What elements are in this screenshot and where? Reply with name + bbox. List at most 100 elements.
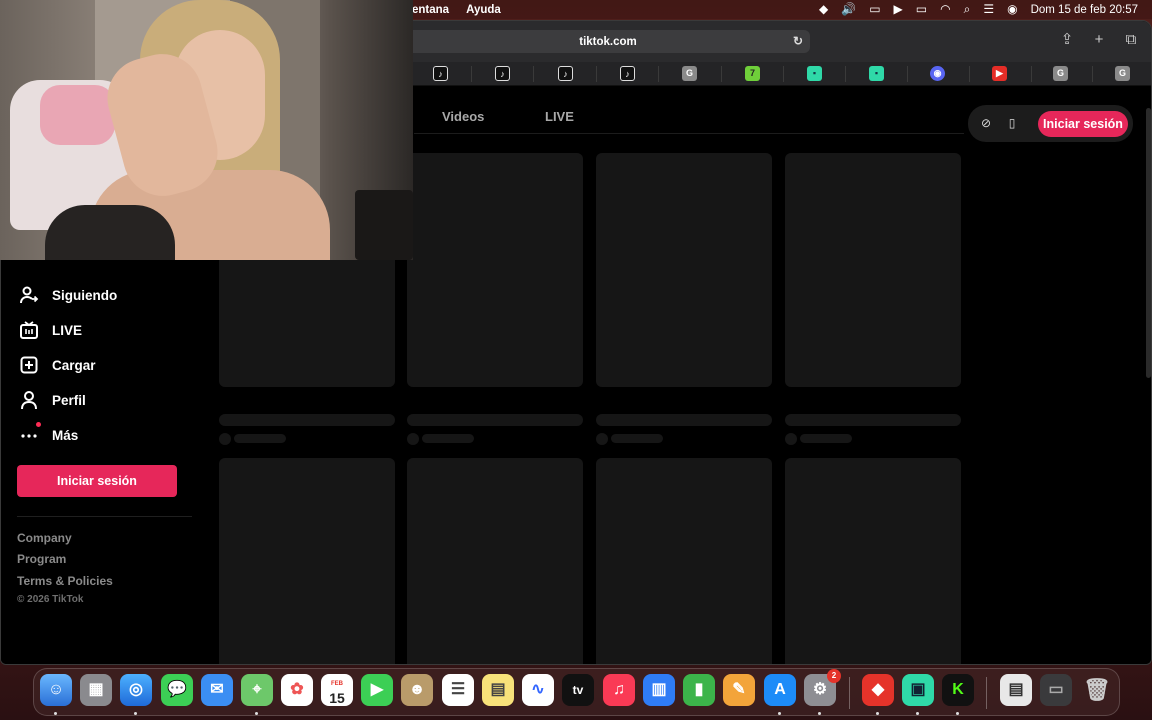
running-indicator xyxy=(916,712,919,715)
app-store-icon[interactable]: A xyxy=(764,674,796,706)
url-text: tiktok.com xyxy=(579,35,637,48)
sidebar-item-upload[interactable]: Cargar xyxy=(18,353,96,377)
green-app-favorite-icon[interactable]: ▪ xyxy=(869,66,884,81)
sidebar-item-live[interactable]: LIVE xyxy=(18,318,82,342)
more-dots-icon xyxy=(18,422,41,446)
anydesk-icon[interactable]: ◆ xyxy=(862,674,894,706)
discord-favorite-icon[interactable]: ◉ xyxy=(930,66,945,81)
seven-favorite-icon[interactable]: 7 xyxy=(745,66,760,81)
tiktok-favorite-icon[interactable]: ♪ xyxy=(558,66,573,81)
page-scrollbar[interactable] xyxy=(1146,108,1151,378)
menu-help[interactable]: Ayuda xyxy=(466,4,501,16)
search-icon[interactable]: ⌕ xyxy=(964,0,971,19)
tiktok-favorite-icon[interactable]: ♪ xyxy=(433,66,448,81)
menu-clock[interactable]: Dom 15 de feb 20:57 xyxy=(1031,4,1138,16)
finder-icon[interactable]: ☺ xyxy=(40,674,72,706)
generic-favorite-icon[interactable]: G xyxy=(1053,66,1068,81)
favorites-divider xyxy=(845,66,846,82)
siri-icon[interactable]: ◉ xyxy=(1007,0,1017,19)
favorites-divider xyxy=(471,66,472,82)
tiktok-favorite-icon[interactable]: ♪ xyxy=(620,66,635,81)
webcam-chair-accent xyxy=(40,85,115,145)
tabs-divider xyxy=(414,133,964,134)
sidebar-item-more[interactable]: Más xyxy=(18,422,78,447)
author-skeleton xyxy=(234,434,286,443)
window-stack-icon[interactable]: ▭ xyxy=(1040,674,1072,706)
calendar-day: 15 xyxy=(329,690,345,706)
battery-icon[interactable]: ▭ xyxy=(916,0,927,19)
avatar-skeleton xyxy=(596,433,608,445)
notes-icon[interactable]: ▤ xyxy=(482,674,514,706)
login-button-sidebar[interactable]: Iniciar sesión xyxy=(17,465,177,497)
mail-icon[interactable]: ✉ xyxy=(201,674,233,706)
webcam-overlay[interactable] xyxy=(0,0,413,260)
running-indicator xyxy=(778,712,781,715)
generic-favorite-icon[interactable]: G xyxy=(682,66,697,81)
sidebar-item-following[interactable]: Siguiendo xyxy=(18,283,117,307)
volume-icon[interactable]: 🔊 xyxy=(841,0,856,19)
pages-icon[interactable]: ✎ xyxy=(723,674,755,706)
apple-tv-icon[interactable]: tv xyxy=(562,674,594,706)
sidebar-item-label: Cargar xyxy=(52,357,96,373)
footer-link-company[interactable]: Company xyxy=(17,531,72,545)
author-skeleton xyxy=(611,434,663,443)
youtube-favorite-icon[interactable]: ▶ xyxy=(992,66,1007,81)
webcam-dark-clothing xyxy=(45,205,175,260)
tab-videos[interactable]: Videos xyxy=(442,109,484,124)
maps-icon[interactable]: ⌖ xyxy=(241,674,273,706)
system-settings-icon[interactable]: ⚙ 2 xyxy=(804,669,841,706)
notification-badge: 2 xyxy=(827,669,841,683)
sidebar-item-profile[interactable]: Perfil xyxy=(18,388,86,412)
control-center-icon[interactable]: ☰ xyxy=(983,0,994,19)
numbers-icon[interactable]: ▮ xyxy=(683,674,715,706)
address-bar[interactable]: tiktok.com ↻ xyxy=(406,30,810,53)
reload-icon[interactable]: ↻ xyxy=(790,33,806,49)
window-icon[interactable]: ▭ xyxy=(869,0,880,19)
caption-skeleton xyxy=(785,414,961,426)
tab-overview-icon[interactable]: ⧉ xyxy=(1123,32,1139,48)
footer-link-terms[interactable]: Terms & Policies xyxy=(17,574,113,588)
calendar-icon[interactable]: FEB 15 xyxy=(321,674,353,706)
safari-icon[interactable]: ◎ xyxy=(120,674,152,706)
messages-icon[interactable]: 💬 xyxy=(161,674,193,706)
play-icon[interactable]: ▶ xyxy=(894,0,903,19)
music-icon[interactable]: ♫ xyxy=(603,674,635,706)
tab-live[interactable]: LIVE xyxy=(545,109,574,124)
video-card-skeleton xyxy=(785,153,961,387)
trash-icon[interactable]: 🗑 xyxy=(1081,674,1113,706)
launchpad-icon[interactable]: ▦ xyxy=(80,674,112,706)
menu-window[interactable]: entana xyxy=(412,4,449,16)
new-tab-icon[interactable]: + xyxy=(1091,32,1107,48)
document-icon[interactable]: ▤ xyxy=(1000,674,1032,706)
compass-icon[interactable]: ⊘ xyxy=(977,114,995,132)
video-card-skeleton xyxy=(596,153,772,387)
caption-skeleton xyxy=(407,414,583,426)
contacts-icon[interactable]: ☻ xyxy=(401,674,433,706)
streaming-app-icon[interactable]: ▣ xyxy=(902,674,934,706)
video-card-skeleton xyxy=(596,458,772,664)
wifi-icon[interactable]: ◠ xyxy=(940,0,950,19)
favorites-divider xyxy=(907,66,908,82)
video-card-skeleton xyxy=(785,458,961,664)
keynote-icon[interactable]: ▥ xyxy=(643,674,675,706)
facetime-icon[interactable]: ▶ xyxy=(361,674,393,706)
favorites-divider xyxy=(783,66,784,82)
caption-skeleton xyxy=(219,414,395,426)
favorites-divider xyxy=(533,66,534,82)
mobile-icon[interactable]: ▯ xyxy=(1003,114,1021,132)
kick-icon[interactable]: K xyxy=(942,674,974,706)
favorites-divider xyxy=(658,66,659,82)
footer-link-program[interactable]: Program xyxy=(17,552,66,566)
tiktok-favorite-icon[interactable]: ♪ xyxy=(495,66,510,81)
video-card-skeleton xyxy=(219,458,395,664)
app-menus: entana Ayuda xyxy=(412,0,501,19)
login-button-header[interactable]: Iniciar sesión xyxy=(1038,111,1128,137)
running-indicator xyxy=(876,712,879,715)
share-icon[interactable]: ⇪ xyxy=(1059,32,1075,48)
freeform-icon[interactable]: ∿ xyxy=(522,674,554,706)
green-app-favorite-icon[interactable]: ▪ xyxy=(807,66,822,81)
generic-favorite-icon[interactable]: G xyxy=(1115,66,1130,81)
reminders-icon[interactable]: ☰ xyxy=(442,674,474,706)
photos-icon[interactable]: ✿ xyxy=(281,674,313,706)
diamond-app-icon[interactable]: ◆ xyxy=(819,0,828,19)
